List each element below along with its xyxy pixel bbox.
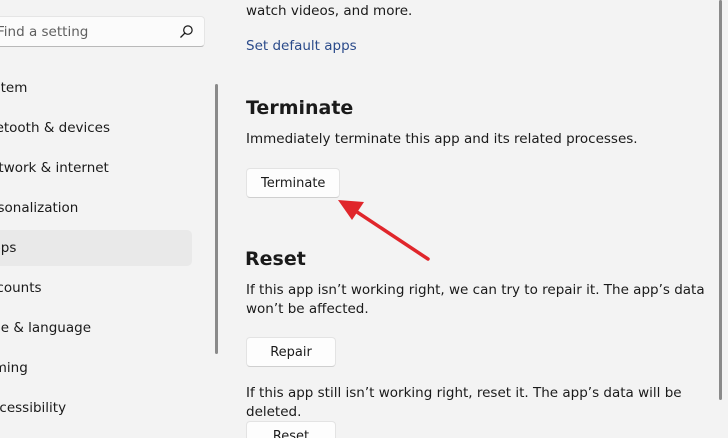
main-scrollbar[interactable] <box>719 0 722 400</box>
sidebar-item-label: Accounts <box>0 280 42 296</box>
sidebar-item-system[interactable]: System <box>0 70 192 106</box>
repair-button[interactable]: Repair <box>246 337 336 367</box>
sidebar-item-label: Personalization <box>0 200 79 216</box>
sidebar-item-apps[interactable]: Apps <box>0 230 192 266</box>
sidebar-item-accessibility[interactable]: Accessibility <box>0 390 192 426</box>
sidebar-item-label: Network & internet <box>0 160 109 176</box>
sidebar-item-label: Time & language <box>0 320 92 336</box>
search-input[interactable] <box>0 22 167 42</box>
sidebar: System Bluetooth & devices Network & int… <box>0 0 220 438</box>
sidebar-item-personalization[interactable]: Personalization <box>0 190 192 226</box>
sidebar-item-accounts[interactable]: Accounts <box>0 270 192 306</box>
sidebar-item-bluetooth-devices[interactable]: Bluetooth & devices <box>0 110 192 146</box>
red-arrow-icon <box>338 200 430 261</box>
sidebar-item-label: Gaming <box>0 360 28 376</box>
set-default-apps-link[interactable]: Set default apps <box>246 38 357 54</box>
nav-list: System Bluetooth & devices Network & int… <box>0 70 210 430</box>
sidebar-item-label: Apps <box>0 240 17 256</box>
reset-description: If this app still isn’t working right, r… <box>246 385 682 420</box>
main-content: watch videos, and more. Set default apps… <box>245 0 716 438</box>
terminate-button[interactable]: Terminate <box>246 168 341 198</box>
sidebar-item-gaming[interactable]: Gaming <box>0 350 192 386</box>
reset-section-title: Reset <box>245 248 306 270</box>
sidebar-scrollbar[interactable] <box>215 84 218 354</box>
sidebar-item-label: Bluetooth & devices <box>0 120 111 136</box>
intro-text: watch videos, and more. <box>246 3 413 19</box>
settings-window: System Bluetooth & devices Network & int… <box>0 0 728 438</box>
search-icon[interactable] <box>179 24 194 39</box>
search-box[interactable] <box>0 16 205 47</box>
sidebar-item-label: Accessibility <box>0 400 67 416</box>
reset-button[interactable]: Reset <box>246 421 336 438</box>
sidebar-item-label: System <box>0 80 28 96</box>
sidebar-item-network-internet[interactable]: Network & internet <box>0 150 192 186</box>
terminate-section-title: Terminate <box>246 97 354 119</box>
sidebar-item-time-language[interactable]: Time & language <box>0 310 192 346</box>
repair-description: If this app isn’t working right, we can … <box>246 282 705 317</box>
terminate-description: Immediately terminate this app and its r… <box>246 131 638 147</box>
